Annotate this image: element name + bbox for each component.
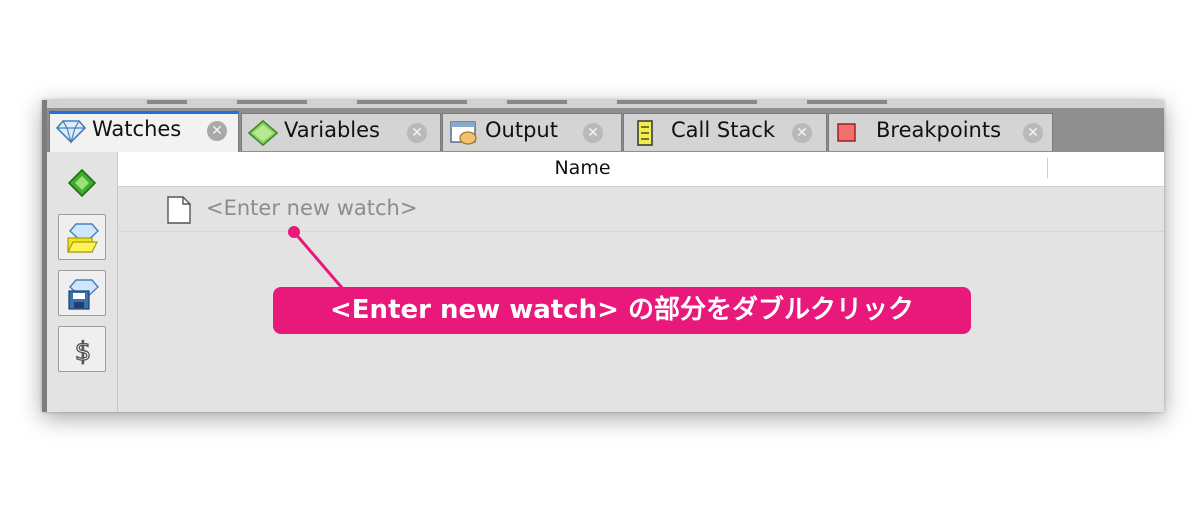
annotation-pointer-dot (288, 226, 300, 238)
annotation-pointer (288, 226, 345, 290)
annotation-callout: <Enter new watch> の部分をダブルクリック (273, 287, 971, 334)
